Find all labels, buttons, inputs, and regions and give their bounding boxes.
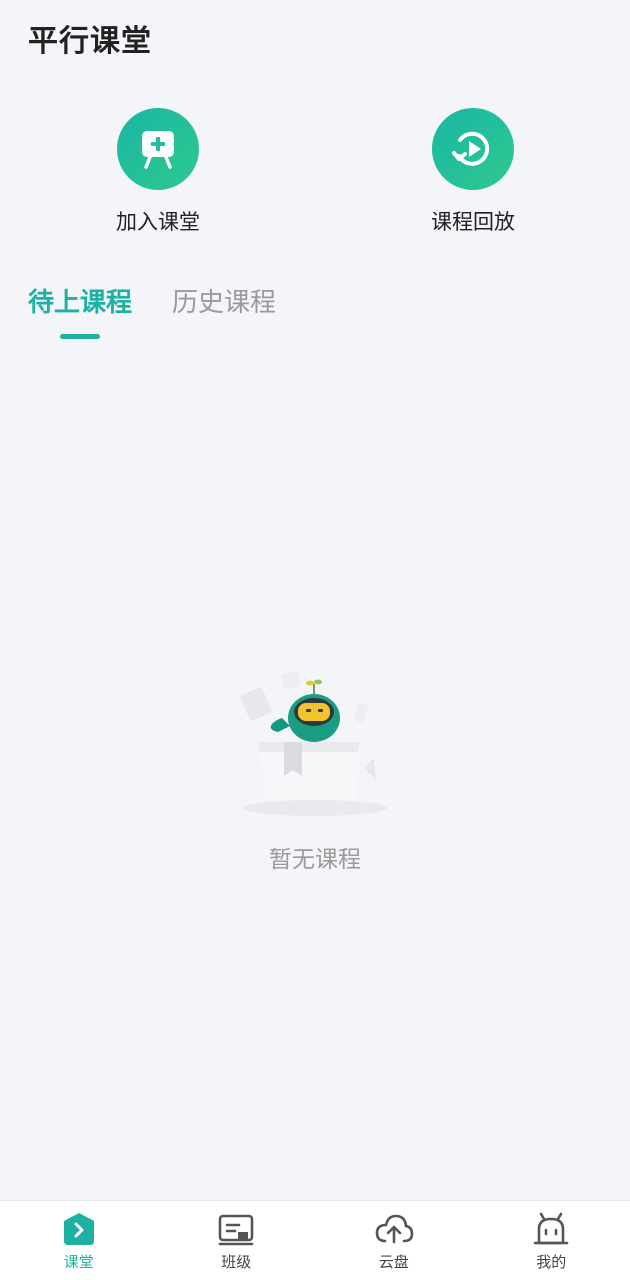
classroom-icon: [63, 1213, 94, 1245]
nav-label-cloud-drive: 云盘: [378, 1253, 409, 1271]
course-replay-label: 课程回放: [431, 210, 515, 234]
nav-item-cloud-drive[interactable]: 云盘: [315, 1201, 473, 1280]
page-title: 平行课堂: [28, 24, 152, 59]
replay-icon: [432, 108, 514, 190]
join-classroom-label: 加入课堂: [116, 210, 200, 234]
empty-state: 暂无课程: [0, 660, 630, 874]
tab-upcoming-courses[interactable]: 待上课程: [28, 282, 132, 339]
course-replay-button[interactable]: 课程回放: [393, 108, 553, 236]
empty-state-text: 暂无课程: [269, 847, 361, 873]
cloud-upload-icon: [375, 1214, 414, 1244]
robot-in-box-illustration: [240, 670, 387, 816]
bottom-nav: 课堂 班级 云盘 我的: [0, 1200, 630, 1280]
nav-label-classroom: 课堂: [63, 1253, 94, 1271]
course-tabs: 待上课程 历史课程: [28, 282, 316, 339]
nav-label-class: 班级: [221, 1253, 252, 1271]
easel-plus-icon: [117, 108, 199, 190]
robot-face-icon: [533, 1212, 569, 1245]
active-tab-indicator: [60, 334, 100, 339]
tab-history-courses[interactable]: 历史课程: [172, 282, 276, 339]
nav-item-class[interactable]: 班级: [158, 1201, 316, 1280]
app-screen: 平行课堂 加入课堂 课程回放 待上课程 历史课程 暂无课程 课堂 班级 云盘 我…: [0, 0, 630, 1280]
nav-label-mine: 我的: [536, 1253, 567, 1271]
join-classroom-button[interactable]: 加入课堂: [78, 108, 238, 236]
class-icon: [218, 1214, 254, 1246]
nav-item-mine[interactable]: 我的: [473, 1201, 630, 1280]
nav-item-classroom[interactable]: 课堂: [0, 1201, 158, 1280]
